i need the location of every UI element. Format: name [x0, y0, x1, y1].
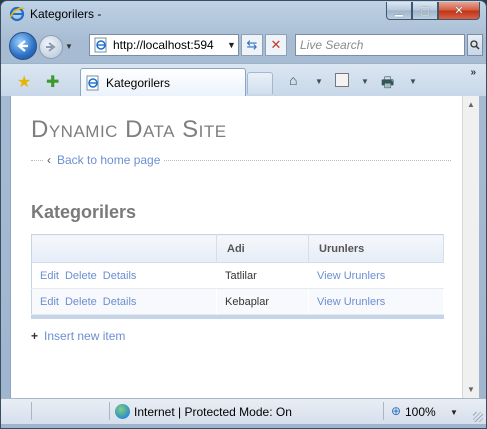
- home-icon[interactable]: ⌂: [289, 72, 297, 88]
- status-bar: Internet | Protected Mode: On ⊕ 100% ▼: [1, 398, 486, 424]
- feeds-dropdown-icon[interactable]: ▼: [361, 77, 369, 86]
- zoom-level[interactable]: 100%: [405, 405, 436, 419]
- window-title: Kategorilers -: [30, 7, 102, 21]
- ie-logo-icon: [9, 6, 25, 22]
- insert-new-item-link[interactable]: Insert new item: [44, 329, 125, 343]
- close-window-button[interactable]: ✕: [438, 2, 480, 20]
- security-zone-text[interactable]: Internet | Protected Mode: On: [134, 405, 292, 419]
- tab-label: Kategorilers: [106, 76, 171, 90]
- search-icon: [470, 40, 480, 50]
- plus-icon: +: [31, 329, 39, 343]
- cell-adi: Kebaplar: [216, 288, 309, 315]
- status-separator: [383, 402, 384, 420]
- view-urunlers-link[interactable]: View Urunlers: [317, 270, 385, 282]
- column-header-actions: [31, 234, 217, 263]
- scroll-up-icon[interactable]: ▲: [467, 100, 475, 109]
- column-header-urunlers[interactable]: Urunlers: [308, 234, 444, 263]
- stop-icon: ✕: [270, 37, 282, 52]
- status-separator: [109, 402, 110, 420]
- cell-adi: Tatlilar: [216, 262, 309, 289]
- recent-pages-dropdown[interactable]: ▼: [65, 42, 73, 51]
- favorites-star-icon[interactable]: ★: [17, 72, 31, 92]
- search-placeholder: Live Search: [300, 38, 364, 52]
- close-icon: ✕: [454, 5, 464, 17]
- search-button[interactable]: [467, 34, 483, 56]
- caption-buttons: ▁ ▢ ✕: [386, 2, 480, 20]
- print-icon[interactable]: 🖶: [381, 72, 394, 96]
- scroll-down-icon[interactable]: ▼: [467, 385, 475, 394]
- edit-link[interactable]: Edit: [40, 296, 59, 308]
- forward-button[interactable]: [39, 35, 63, 59]
- status-separator: [31, 402, 32, 420]
- browser-window: Kategorilers - ▁ ▢ ✕ ▼ http://localhost:…: [0, 0, 487, 429]
- chevron-left-icon: ‹: [47, 153, 51, 167]
- details-link[interactable]: Details: [103, 270, 137, 282]
- insert-row: + Insert new item: [31, 329, 125, 343]
- feeds-icon[interactable]: [335, 73, 349, 87]
- delete-link[interactable]: Delete: [65, 296, 97, 308]
- breadcrumb: ‹ Back to home page: [31, 153, 451, 167]
- stop-button[interactable]: ✕: [265, 34, 287, 56]
- tab-kategorilers[interactable]: Kategorilers: [80, 68, 246, 97]
- tab-page-icon: [86, 75, 99, 91]
- grid-header-row: Adi Urunlers: [31, 234, 444, 263]
- forward-arrow-icon: [46, 42, 56, 52]
- home-dropdown-icon[interactable]: ▼: [315, 77, 323, 86]
- globe-icon: [115, 404, 130, 419]
- page-content: Dynamic Data Site ‹ Back to home page Kat…: [10, 96, 462, 398]
- back-to-home-link[interactable]: ‹ Back to home page: [43, 153, 165, 167]
- back-button[interactable]: [9, 32, 37, 60]
- add-favorite-icon[interactable]: ✚: [46, 72, 59, 92]
- zoom-icon[interactable]: ⊕: [391, 404, 401, 418]
- zoom-dropdown-icon[interactable]: ▼: [450, 408, 458, 417]
- cell-urunlers: View Urunlers: [308, 262, 444, 289]
- row-actions: Edit Delete Details: [31, 288, 217, 315]
- tab-toolbar: ★ ✚ Kategorilers ⌂ ▼ ▼ 🖶 ▼ »: [1, 63, 486, 97]
- toolbar-overflow-icon[interactable]: »: [470, 67, 476, 78]
- table-row: Edit Delete Details Kebaplar View Urunlers: [31, 288, 444, 315]
- table-row: Edit Delete Details Tatlilar View Urunlers: [31, 262, 444, 289]
- print-dropdown-icon[interactable]: ▼: [409, 77, 417, 86]
- site-title: Dynamic Data Site: [31, 116, 227, 143]
- address-toolbar: ▼ http://localhost:594 ▼ ⇆ ✕ Live Search: [1, 29, 486, 63]
- minimize-button[interactable]: ▁: [386, 2, 412, 20]
- url-text[interactable]: http://localhost:594: [113, 38, 225, 52]
- cell-urunlers: View Urunlers: [308, 288, 444, 315]
- maximize-button[interactable]: ▢: [412, 2, 438, 20]
- maximize-icon: ▢: [419, 5, 431, 17]
- title-bar: Kategorilers - ▁ ▢ ✕: [1, 1, 486, 29]
- vertical-scrollbar[interactable]: ▲ ▼: [462, 96, 479, 398]
- edit-link[interactable]: Edit: [40, 270, 59, 282]
- view-urunlers-link[interactable]: View Urunlers: [317, 296, 385, 308]
- back-link-label: Back to home page: [57, 153, 161, 167]
- row-actions: Edit Delete Details: [31, 262, 217, 289]
- data-grid: Adi Urunlers Edit Delete Details Tatlilar …: [31, 234, 444, 319]
- address-dropdown-icon[interactable]: ▼: [227, 40, 236, 50]
- page-icon: [94, 37, 107, 53]
- minimize-icon: ▁: [394, 5, 404, 17]
- column-header-adi[interactable]: Adi: [216, 234, 309, 263]
- grid-footer: [31, 314, 444, 319]
- back-arrow-icon: [17, 40, 28, 52]
- delete-link[interactable]: Delete: [65, 270, 97, 282]
- new-tab-button[interactable]: [247, 72, 273, 94]
- resize-grip[interactable]: [473, 412, 483, 422]
- details-link[interactable]: Details: [103, 296, 137, 308]
- refresh-button[interactable]: ⇆: [241, 34, 263, 56]
- page-title: Kategorilers: [31, 202, 137, 222]
- search-input[interactable]: Live Search: [295, 34, 465, 56]
- refresh-icon: ⇆: [246, 37, 258, 52]
- address-bar[interactable]: http://localhost:594 ▼: [89, 34, 239, 56]
